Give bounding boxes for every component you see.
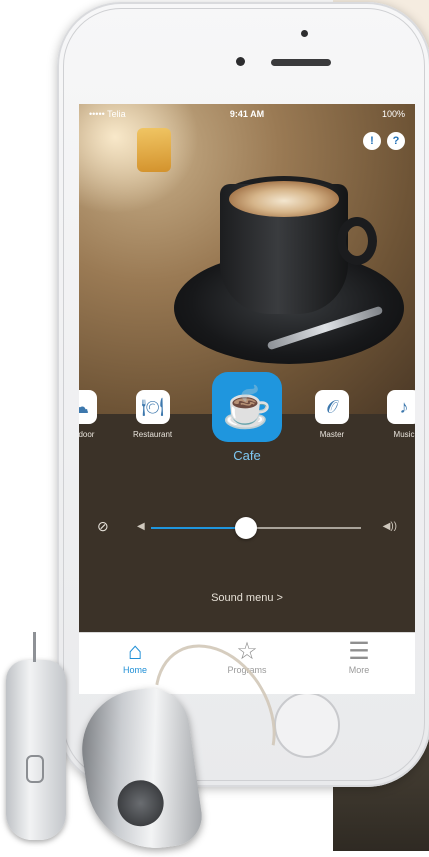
status-bar: ••••• Telia 9:41 AM 100%: [79, 104, 415, 124]
volume-knob[interactable]: [234, 517, 257, 539]
sound-menu-link[interactable]: Sound menu >: [79, 592, 415, 604]
volume-fill: [151, 527, 246, 529]
lightbulb-icon[interactable]: !: [363, 132, 381, 150]
status-time: 9:41 AM: [229, 109, 265, 119]
volume-control: ⊘ ◀ ◀)): [97, 516, 397, 540]
program-label: Restaurant: [133, 430, 173, 439]
honey-jar: [137, 128, 171, 172]
outdoor-icon: ☁: [79, 390, 97, 424]
volume-high-icon: ◀)): [382, 521, 397, 532]
hearing-aid-wire: [33, 632, 36, 662]
front-camera: [236, 57, 245, 66]
earpiece-speaker: [271, 59, 331, 66]
program-label: Outdoor: [79, 430, 95, 439]
tab-more[interactable]: ☰ More: [303, 633, 415, 694]
program-outdoor[interactable]: ☁ Outdoor: [79, 390, 97, 439]
program-carousel: ☁ Outdoor 🍽 Restaurant ☕ Cafe 𝒪 Master ♪…: [79, 372, 415, 492]
program-restaurant[interactable]: 🍽 Restaurant: [133, 390, 172, 439]
help-button[interactable]: ?: [387, 132, 405, 150]
volume-low-icon: ◀: [137, 521, 145, 532]
cafe-photo: [79, 104, 415, 414]
latte-art: [229, 181, 339, 217]
list-icon: ☰: [348, 638, 370, 665]
coffee-cup-icon: ☕: [212, 372, 282, 442]
top-actions: ! ?: [363, 132, 405, 150]
volume-slider[interactable]: [151, 517, 361, 539]
program-music[interactable]: ♪ Music: [387, 390, 415, 439]
cup-handle: [337, 217, 377, 265]
home-button[interactable]: [274, 692, 340, 758]
program-label: Master: [319, 430, 345, 439]
program-label: Music: [393, 430, 415, 439]
camera-dot: [301, 30, 308, 37]
tab-label: Home: [122, 665, 147, 675]
ear-icon: 𝒪: [315, 390, 349, 424]
program-master[interactable]: 𝒪 Master: [315, 390, 349, 439]
speaker-mute-icon[interactable]: ⊘: [97, 518, 109, 535]
music-note-icon: ♪: [387, 390, 415, 424]
app-screen: ••••• Telia 9:41 AM 100% ! ? ☁ Outdoor 🍽…: [79, 104, 415, 694]
program-label: Cafe: [233, 448, 261, 463]
hearing-aid-button: [26, 755, 44, 783]
battery-label: 100%: [381, 109, 405, 119]
hearing-aid-grip: [114, 777, 167, 830]
tab-label: More: [348, 665, 370, 675]
restaurant-icon: 🍽: [135, 390, 170, 424]
hearing-aid-left: [6, 632, 66, 840]
program-cafe[interactable]: ☕ Cafe: [212, 372, 282, 463]
